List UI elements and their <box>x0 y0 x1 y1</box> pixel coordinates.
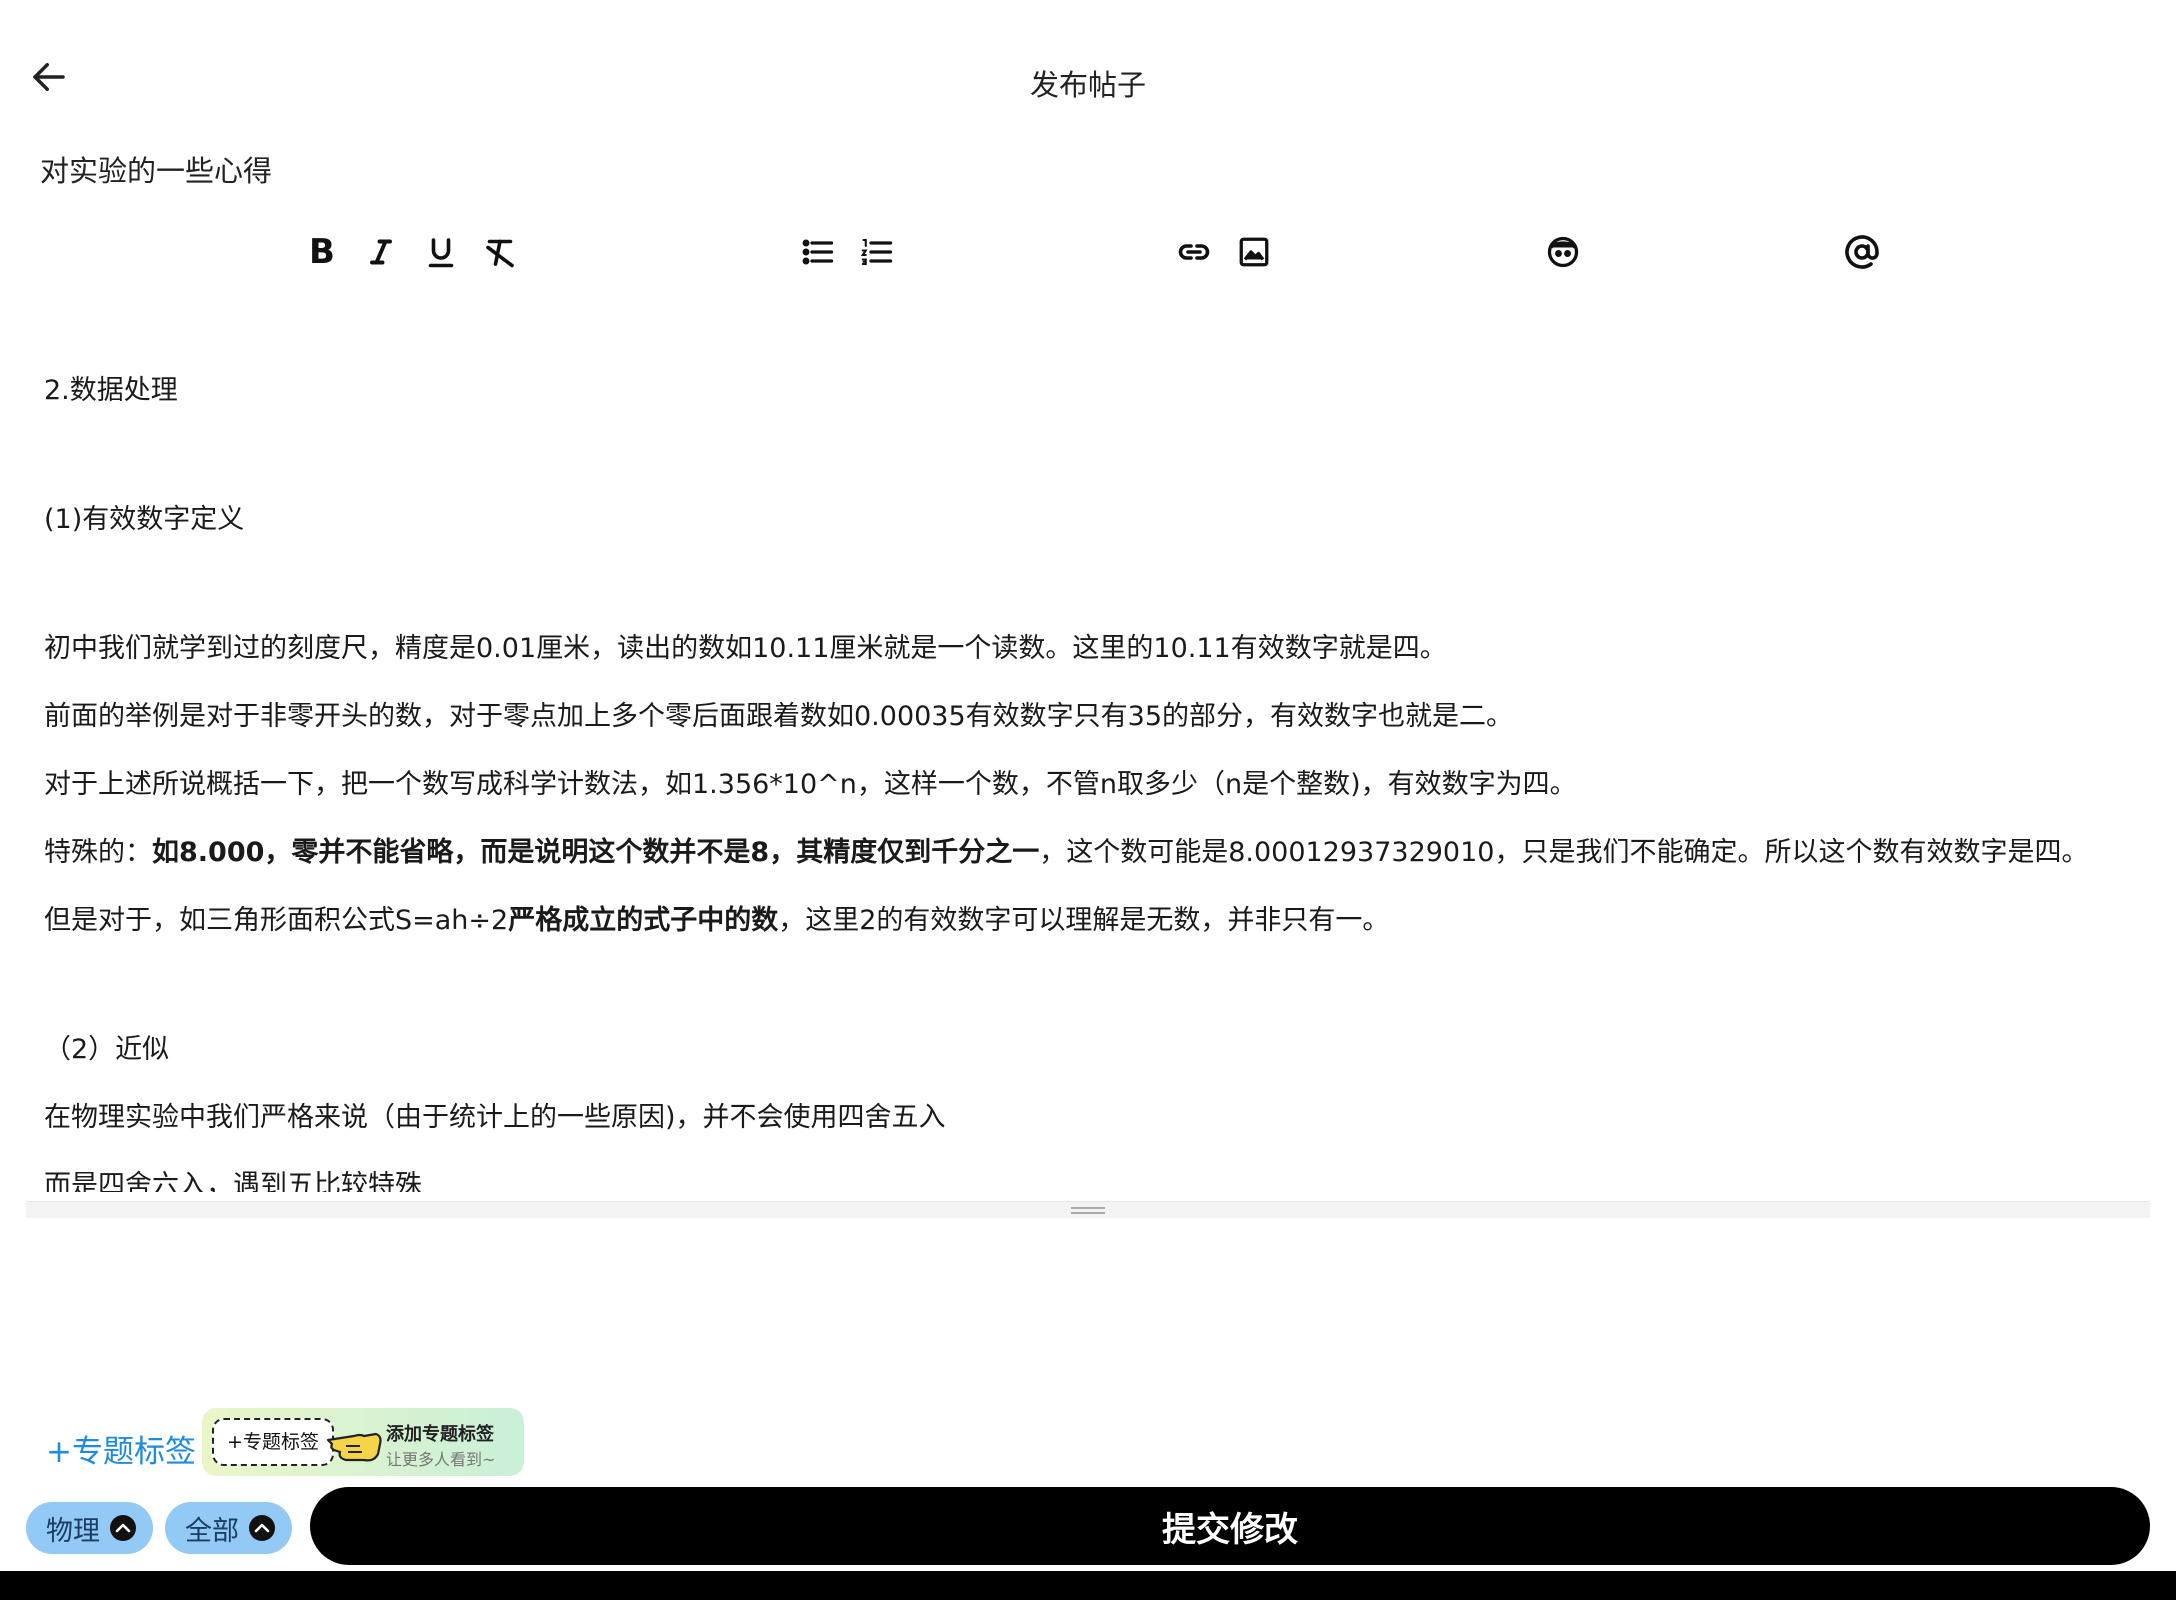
paragraph: 对于上述所说概括一下，把一个数写成科学计数法，如1.356*10^n，这样一个数… <box>44 769 1577 800</box>
at-mention-icon <box>1845 235 1879 269</box>
paragraph: 前面的举例是对于非零开头的数，对于零点加上多个零后面跟着数如0.00035有效数… <box>44 701 1514 732</box>
chevron-up-icon <box>249 1515 275 1541</box>
paragraph: 特殊的：如8.000，零并不能省略，而是说明这个数并不是8，其精度仅到千分之一，… <box>44 830 2088 869</box>
subject-label: 物理 <box>46 1515 100 1547</box>
chevron-up-icon <box>110 1515 136 1541</box>
image-icon <box>1239 237 1269 267</box>
bold-text-run: 如8.000，零并不能省略，而是说明这个数并不是8，其精度仅到千分之一 <box>152 837 1040 868</box>
submit-changes-button[interactable]: 提交修改 <box>310 1487 2150 1565</box>
editor-resize-handle[interactable] <box>26 1201 2150 1218</box>
underline-icon <box>428 238 454 268</box>
paragraph: 初中我们就学到过的刻度尺，精度是0.01厘米，读出的数如10.11厘米就是一个读… <box>44 633 1447 664</box>
text-run: ，这个数可能是8.00012937329010，只是我们不能确定。所以这个数有效… <box>1039 837 2089 868</box>
numbered-list-icon <box>860 238 893 266</box>
bold-icon: B <box>309 232 335 272</box>
paragraph: （2）近似 <box>44 1034 170 1065</box>
paragraph: 2.数据处理 <box>44 375 178 406</box>
page-title: 发布帖子 <box>1029 68 1146 102</box>
pointing-hand-icon <box>326 1432 382 1462</box>
paragraph: 但是对于，如三角形面积公式S=ah÷2严格成立的式子中的数，这里2的有效数字可以… <box>44 898 1389 937</box>
hint-title: 添加专题标签 <box>386 1424 494 1445</box>
topic-chip-sample: +专题标签 <box>212 1418 334 1466</box>
at-mention-button[interactable] <box>1843 233 1881 271</box>
italic-icon <box>370 239 392 265</box>
scope-label: 全部 <box>185 1515 239 1547</box>
add-topic-tag-link[interactable]: +专题标签 <box>46 1426 196 1471</box>
rich-text-editor[interactable]: 2.数据处理 (1)有效数字定义 初中我们就学到过的刻度尺，精度是0.01厘米，… <box>44 330 2144 1192</box>
link-button[interactable] <box>1175 233 1213 271</box>
text-run: 但是对于，如三角形面积公式S=ah÷2 <box>44 905 509 936</box>
text-run: ，这里2的有效数字可以理解是无数，并非只有一。 <box>778 905 1390 936</box>
hint-subtitle: 让更多人看到~ <box>386 1450 496 1469</box>
clear-format-button[interactable] <box>481 233 519 271</box>
bullet-list-button[interactable] <box>799 233 837 271</box>
paragraph: 而是四舍六入，遇到五比较特殊 <box>44 1170 422 1192</box>
grip-icon <box>1071 1207 1105 1217</box>
image-button[interactable] <box>1235 233 1273 271</box>
add-topic-tag-banner[interactable]: +专题标签 添加专题标签 让更多人看到~ <box>202 1408 524 1476</box>
post-title-field[interactable]: 对实验的一些心得 <box>40 148 272 190</box>
emoji-icon <box>1547 236 1579 268</box>
emoji-button[interactable] <box>1544 233 1582 271</box>
bullet-list-icon <box>802 239 834 265</box>
app-header: 发布帖子 <box>0 40 2176 126</box>
clear-format-icon <box>486 239 514 268</box>
italic-button[interactable] <box>362 233 400 271</box>
text-run: 特殊的： <box>44 837 152 868</box>
bold-text-run: 严格成立的式子中的数 <box>508 905 779 936</box>
paragraph: 在物理实验中我们严格来说（由于统计上的一些原因)，并不会使用四舍五入 <box>44 1102 946 1133</box>
format-toolbar: B <box>0 225 2176 277</box>
link-icon <box>1178 244 1210 260</box>
paragraph: (1)有效数字定义 <box>44 504 245 535</box>
system-nav-bar <box>0 1571 2176 1600</box>
subject-selector[interactable]: 物理 <box>26 1502 153 1554</box>
underline-button[interactable] <box>422 233 460 271</box>
bold-button[interactable]: B <box>303 233 341 271</box>
numbered-list-button[interactable] <box>858 233 896 271</box>
scope-selector[interactable]: 全部 <box>165 1502 292 1554</box>
